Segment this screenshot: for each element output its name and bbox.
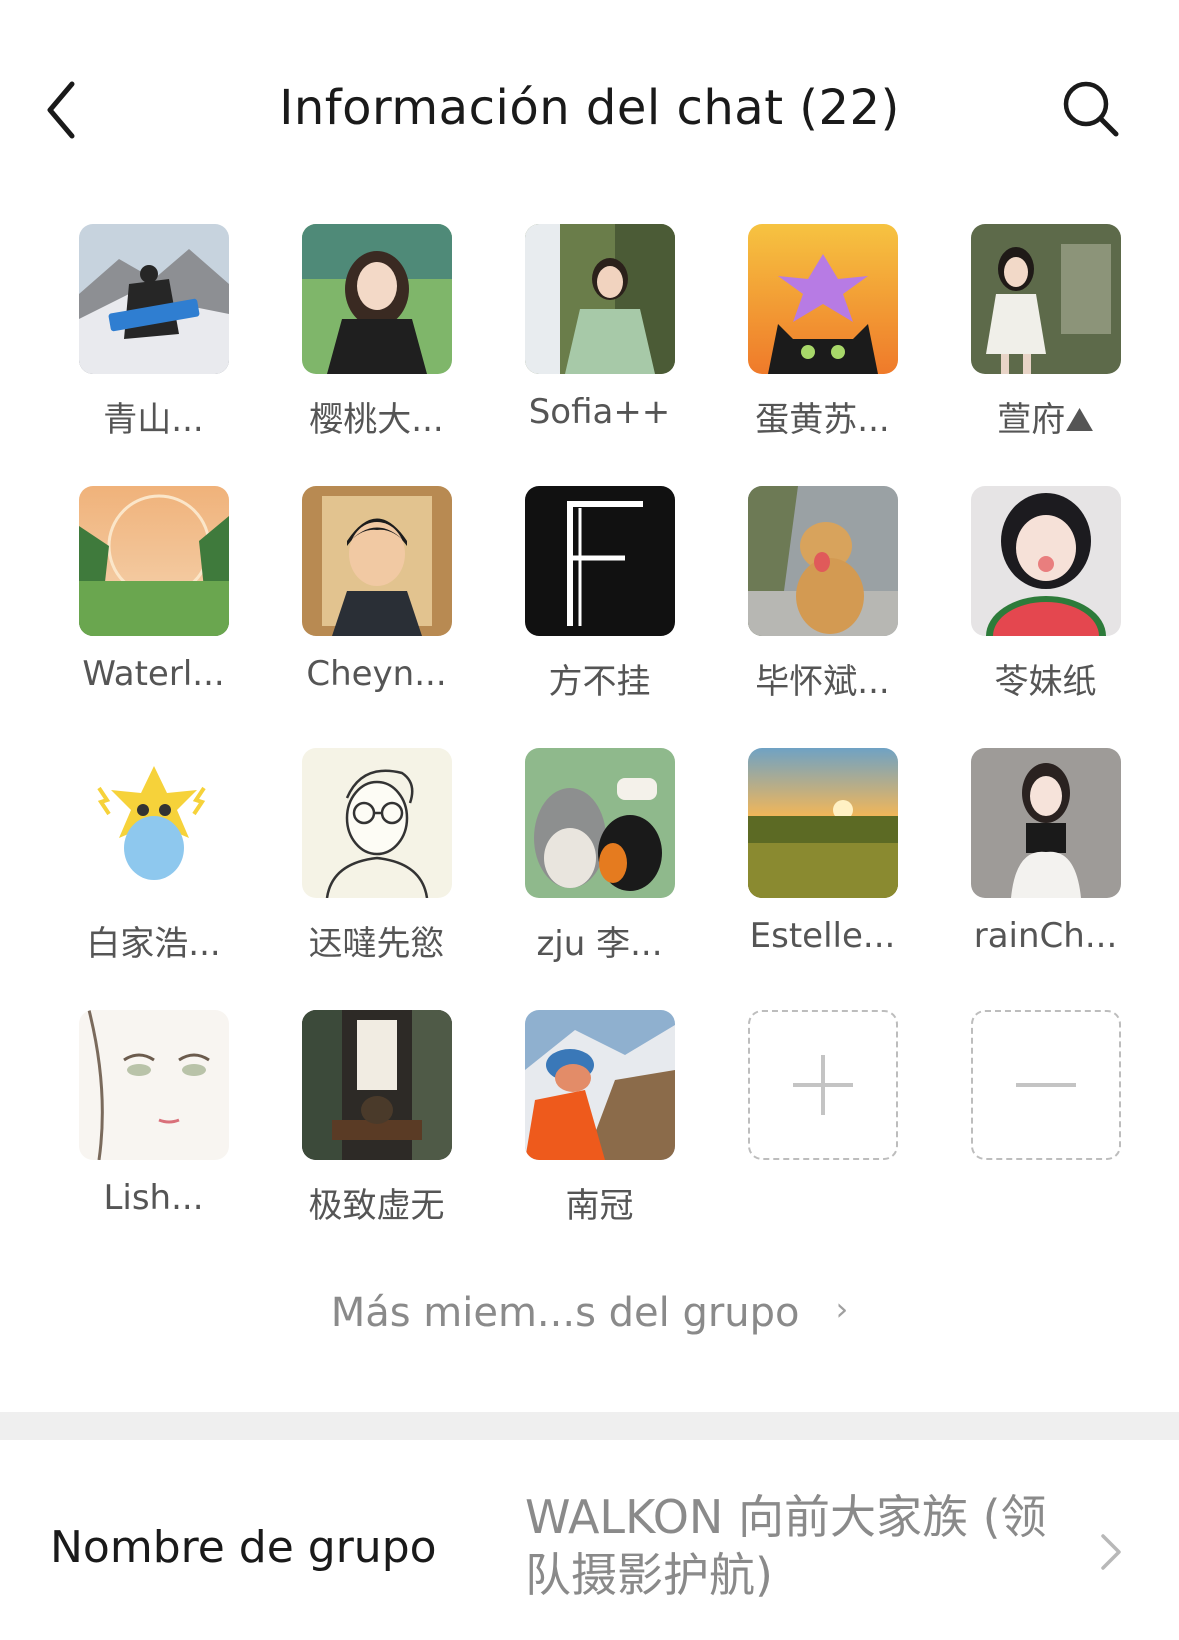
member-item[interactable]: Lish... bbox=[42, 1010, 265, 1272]
avatar bbox=[301, 1010, 452, 1160]
avatar bbox=[78, 1010, 229, 1160]
member-name: 迗噠先慾 bbox=[308, 924, 445, 964]
member-item[interactable]: Waterl... bbox=[42, 486, 265, 748]
group-name-value: WALKON 向前大家族 (领队摄影护航) bbox=[525, 1490, 1047, 1602]
member-item[interactable]: Cheyn... bbox=[265, 486, 488, 748]
member-item[interactable]: 极致虚无 bbox=[265, 1010, 488, 1272]
cartoon-boy-avatar bbox=[301, 486, 452, 636]
member-grid: 青山... 樱桃大... Sofia++ 蛋黄苏... 萱府⛰ Waterl..… bbox=[42, 224, 1158, 1272]
member-item[interactable]: 迗噠先慾 bbox=[265, 748, 488, 1010]
chevron-right-icon bbox=[1101, 1534, 1121, 1570]
green-valley-avatar bbox=[78, 486, 229, 636]
more-members-label: Más miem...s del grupo bbox=[330, 1290, 800, 1336]
member-item[interactable]: 萱府⛰ bbox=[934, 224, 1157, 486]
member-item[interactable]: zju 李... bbox=[488, 748, 711, 1010]
member-name: rainCh... bbox=[973, 916, 1118, 956]
member-name: 萱府⛰ bbox=[997, 400, 1094, 440]
avatar bbox=[970, 748, 1121, 898]
member-item[interactable]: rainCh... bbox=[934, 748, 1157, 1010]
letter-f-avatar bbox=[524, 486, 675, 636]
member-name: Waterl... bbox=[82, 654, 225, 694]
glasses-sketch-avatar bbox=[301, 748, 452, 898]
member-item[interactable]: 蛋黄苏... bbox=[711, 224, 934, 486]
member-name: 青山... bbox=[103, 400, 204, 440]
member-name: Estelle... bbox=[749, 916, 896, 956]
member-item[interactable]: 樱桃大... bbox=[265, 224, 488, 486]
girl-meadow-avatar bbox=[301, 224, 452, 374]
girl-green-dress-avatar bbox=[524, 224, 675, 374]
avatar bbox=[970, 224, 1121, 374]
member-item[interactable]: 方不挂 bbox=[488, 486, 711, 748]
chevron-right-icon: › bbox=[835, 1290, 849, 1328]
remove-member-button[interactable] bbox=[934, 1010, 1157, 1272]
black-cat-flower-avatar bbox=[747, 224, 898, 374]
avatar bbox=[524, 1010, 675, 1160]
member-item[interactable]: 白家浩... bbox=[42, 748, 265, 1010]
mountain-hiker-avatar bbox=[78, 224, 229, 374]
member-name: Cheyn... bbox=[306, 654, 447, 694]
girl-black-top-avatar bbox=[970, 748, 1121, 898]
member-item[interactable]: Sofia++ bbox=[488, 224, 711, 486]
plus-icon bbox=[747, 1010, 898, 1160]
avatar bbox=[78, 748, 229, 898]
avatar bbox=[524, 224, 675, 374]
anime-face-avatar bbox=[78, 1010, 229, 1160]
golden-retriever-avatar bbox=[747, 486, 898, 636]
member-name: 苓妹纸 bbox=[994, 662, 1097, 702]
member-name: 极致虚无 bbox=[308, 1186, 445, 1226]
navigation-header: Información del chat (22) bbox=[0, 0, 1179, 200]
member-name: 毕怀斌... bbox=[755, 662, 890, 702]
member-name: zju 李... bbox=[536, 924, 663, 964]
member-item[interactable]: 青山... bbox=[42, 224, 265, 486]
member-name: 樱桃大... bbox=[309, 400, 444, 440]
member-name: Lish... bbox=[103, 1178, 204, 1218]
search-button[interactable] bbox=[1060, 78, 1124, 142]
avatar bbox=[747, 486, 898, 636]
avatar bbox=[524, 486, 675, 636]
wheat-field-avatar bbox=[747, 748, 898, 898]
member-name: 方不挂 bbox=[548, 662, 651, 702]
section-divider bbox=[0, 1412, 1179, 1440]
member-name: 白家浩... bbox=[86, 924, 221, 964]
blue-creature-avatar bbox=[78, 748, 229, 898]
girl-watermelon-avatar bbox=[970, 486, 1121, 636]
group-name-label: Nombre de grupo bbox=[50, 1522, 437, 1573]
girl-garden-avatar bbox=[970, 224, 1121, 374]
birds-avatar bbox=[524, 748, 675, 898]
member-item[interactable]: 苓妹纸 bbox=[934, 486, 1157, 748]
hiker-orange-avatar bbox=[524, 1010, 675, 1160]
avatar bbox=[78, 486, 229, 636]
avatar bbox=[970, 486, 1121, 636]
page-title: Información del chat (22) bbox=[279, 80, 900, 136]
avatar bbox=[524, 748, 675, 898]
member-item[interactable]: 南冠 bbox=[488, 1010, 711, 1272]
avatar bbox=[301, 486, 452, 636]
avatar bbox=[301, 224, 452, 374]
avatar bbox=[747, 748, 898, 898]
avatar bbox=[301, 748, 452, 898]
avatar bbox=[78, 224, 229, 374]
member-name: 蛋黄苏... bbox=[755, 400, 890, 440]
add-member-button[interactable] bbox=[711, 1010, 934, 1272]
more-members-link[interactable]: Más miem...s del grupo › bbox=[0, 1290, 1179, 1336]
avatar bbox=[747, 224, 898, 374]
member-item[interactable]: Estelle... bbox=[711, 748, 934, 1010]
search-icon bbox=[1063, 81, 1119, 137]
tea-room-avatar bbox=[301, 1010, 452, 1160]
member-item[interactable]: 毕怀斌... bbox=[711, 486, 934, 748]
group-name-row[interactable]: Nombre de grupo WALKON 向前大家族 (领队摄影护航) bbox=[0, 1440, 1179, 1640]
member-name: 南冠 bbox=[565, 1186, 634, 1226]
member-name: Sofia++ bbox=[528, 392, 671, 432]
minus-icon bbox=[970, 1010, 1121, 1160]
